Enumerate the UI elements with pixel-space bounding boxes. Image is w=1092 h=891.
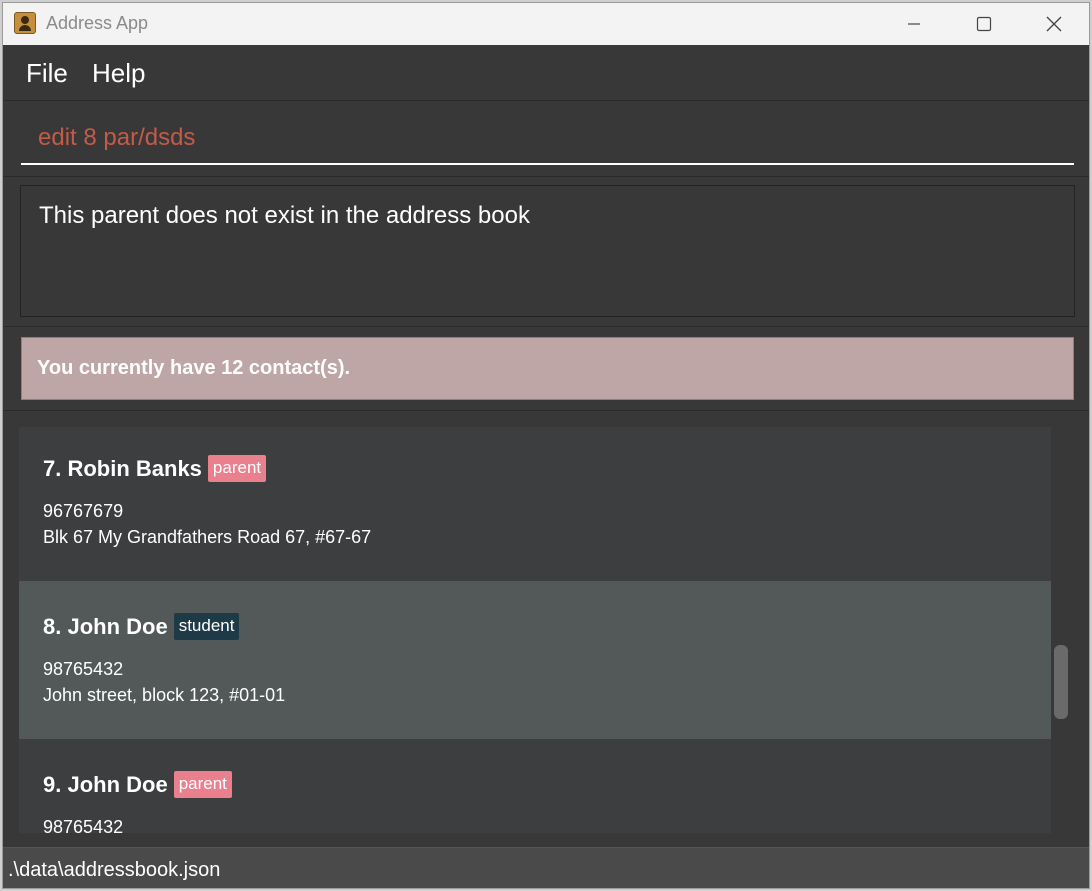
window-title: Address App — [46, 13, 149, 33]
close-icon — [1046, 16, 1062, 32]
minimize-icon — [908, 23, 920, 25]
contact-card[interactable]: 9. John Doe parent 98765432 — [19, 739, 1051, 833]
menu-bar: File Help — [3, 45, 1089, 101]
contact-count-area: You currently have 12 contact(s). — [3, 327, 1089, 411]
contact-address: Blk 67 My Grandfathers Road 67, #67-67 — [43, 527, 372, 547]
contact-tag: student — [173, 613, 240, 640]
contact-count-banner: You currently have 12 contact(s). — [21, 337, 1074, 400]
contact-tag: parent — [207, 455, 267, 482]
address-book-icon — [14, 12, 36, 34]
save-file-path: .\data\addressbook.json — [8, 859, 221, 881]
contact-tag: parent — [173, 771, 232, 798]
contact-name-row: 7. Robin Banks parent — [43, 455, 267, 482]
contact-phone: 98765432 — [43, 817, 124, 833]
command-box — [3, 101, 1089, 177]
app-window: Address App File Help This parent does n… — [2, 2, 1090, 889]
contact-name-row: 9. John Doe parent — [43, 771, 232, 798]
minimize-button[interactable] — [884, 3, 944, 45]
list-scrollbar[interactable] — [1054, 645, 1068, 719]
title-bar[interactable]: Address App — [3, 3, 1089, 45]
result-display-area: This parent does not exist in the addres… — [3, 177, 1089, 327]
contact-card-selected[interactable]: 8. John Doe student 98765432 John street… — [19, 581, 1051, 739]
contact-name: 7. Robin Banks — [43, 455, 202, 481]
command-input[interactable] — [21, 113, 1074, 165]
contact-phone: 96767679 — [43, 501, 124, 521]
contact-name: 9. John Doe — [43, 771, 168, 797]
contact-address: John street, block 123, #01-01 — [43, 685, 286, 705]
maximize-icon — [976, 16, 992, 32]
contact-list[interactable]: 7. Robin Banks parent 96767679 Blk 67 My… — [3, 411, 1089, 847]
contact-card[interactable]: 7. Robin Banks parent 96767679 Blk 67 My… — [19, 427, 1051, 581]
status-bar: .\data\addressbook.json — [3, 847, 1089, 888]
result-display[interactable]: This parent does not exist in the addres… — [20, 185, 1075, 317]
contact-name: 8. John Doe — [43, 613, 168, 639]
contact-phone: 98765432 — [43, 659, 124, 679]
menu-file[interactable]: File — [26, 58, 68, 89]
maximize-button[interactable] — [954, 3, 1014, 45]
contact-name-row: 8. John Doe student — [43, 613, 240, 640]
close-button[interactable] — [1024, 3, 1084, 45]
menu-help[interactable]: Help — [92, 58, 145, 89]
